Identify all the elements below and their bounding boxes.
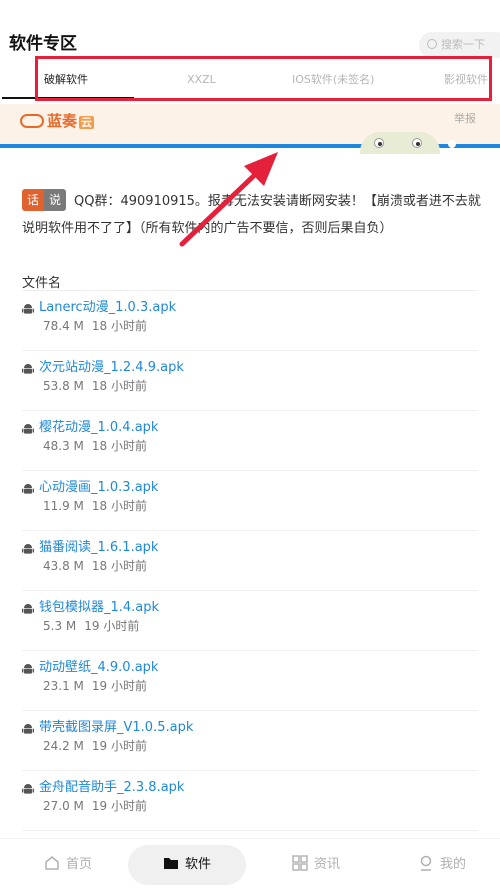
- bottom-nav: 首页 软件 资讯 我的: [0, 838, 500, 889]
- file-size: 43.8 M: [43, 559, 84, 573]
- brand-badge: 云: [79, 116, 95, 129]
- file-name-link[interactable]: 次元站动漫_1.2.4.9.apk: [25, 359, 184, 377]
- file-time: 19 小时前: [84, 619, 140, 633]
- nav-profile-label: 我的: [439, 857, 466, 872]
- home-icon: [45, 856, 59, 870]
- page-title: 软件专区: [9, 34, 77, 54]
- search-icon: [427, 39, 437, 49]
- nav-news-label: 资讯: [313, 857, 340, 872]
- mascot-illustration: [360, 132, 440, 154]
- nav-home-label: 首页: [65, 857, 92, 872]
- file-meta: 5.3 M 19 小时前: [43, 618, 139, 634]
- grid-icon: [292, 855, 308, 871]
- file-row[interactable]: 带壳截图录屏_V1.0.5.apk 24.2 M 19 小时前: [22, 711, 478, 771]
- file-size: 24.2 M: [43, 739, 84, 753]
- notice-tag-left: 话: [22, 189, 45, 211]
- file-size: 5.3 M: [43, 619, 77, 633]
- file-row[interactable]: Lanerc动漫_1.0.3.apk 78.4 M 18 小时前: [22, 291, 478, 351]
- file-row[interactable]: 猫番阅读_1.6.1.apk 43.8 M 18 小时前: [22, 531, 478, 591]
- tab-ios-software[interactable]: IOS软件(未签名): [292, 60, 374, 100]
- file-meta: 11.9 M 18 小时前: [43, 498, 147, 514]
- file-name-link[interactable]: 心动漫画_1.0.3.apk: [25, 479, 158, 497]
- active-tab-indicator: [2, 97, 134, 99]
- nav-home[interactable]: 首页: [38, 845, 98, 885]
- file-time: 18 小时前: [91, 439, 147, 453]
- file-size: 53.8 M: [43, 379, 84, 393]
- file-meta: 43.8 M 18 小时前: [43, 558, 147, 574]
- notice-body: QQ群：490910915。报毒无法安装请断网安装！【崩溃或者进不去就说明软件用…: [22, 194, 481, 236]
- nav-profile[interactable]: 我的: [412, 845, 472, 885]
- app-header: 软件专区 搜索一下: [0, 0, 500, 60]
- file-size: 23.1 M: [43, 679, 84, 693]
- user-icon: [420, 855, 432, 871]
- mascot-eye-right: [412, 138, 422, 148]
- file-time: 19 小时前: [91, 679, 147, 693]
- nav-software-label: 软件: [184, 857, 211, 872]
- tab-xxzl[interactable]: XXZL: [187, 60, 216, 100]
- file-name-link[interactable]: 金舟配音助手_2.3.8.apk: [25, 779, 184, 797]
- file-meta: 23.1 M 19 小时前: [43, 678, 147, 694]
- nav-software[interactable]: 软件: [128, 845, 246, 885]
- file-size: 11.9 M: [43, 499, 84, 513]
- mascot-eye-left: [374, 138, 384, 148]
- file-meta: 78.4 M 18 小时前: [43, 318, 147, 334]
- file-name-link[interactable]: 带壳截图录屏_V1.0.5.apk: [25, 719, 193, 737]
- file-name-link[interactable]: 樱花动漫_1.0.4.apk: [25, 419, 158, 437]
- cloud-icon: [20, 114, 44, 128]
- folder-icon: [163, 858, 178, 869]
- tab-cracked-software[interactable]: 破解软件: [44, 60, 88, 100]
- file-row[interactable]: 次元站动漫_1.2.4.9.apk 53.8 M 18 小时前: [22, 351, 478, 411]
- file-name-link[interactable]: 动动壁纸_4.9.0.apk: [25, 659, 158, 677]
- file-time: 18 小时前: [91, 499, 147, 513]
- brand-text: 蓝奏: [47, 112, 78, 130]
- file-name-link[interactable]: 钱包模拟器_1.4.apk: [25, 599, 159, 617]
- file-meta: 48.3 M 18 小时前: [43, 438, 147, 454]
- file-row[interactable]: 樱花动漫_1.0.4.apk 48.3 M 18 小时前: [22, 411, 478, 471]
- report-link[interactable]: 举报: [454, 110, 476, 126]
- file-time: 18 小时前: [91, 379, 147, 393]
- notice-text: 话说 QQ群：490910915。报毒无法安装请断网安装！【崩溃或者进不去就说明软…: [22, 188, 482, 242]
- file-list: Lanerc动漫_1.0.3.apk 78.4 M 18 小时前 次元站动漫_1.2.…: [0, 291, 500, 831]
- nav-news[interactable]: 资讯: [286, 845, 346, 885]
- file-time: 18 小时前: [91, 559, 147, 573]
- file-size: 27.0 M: [43, 799, 84, 813]
- category-tabs: 破解软件 XXZL IOS软件(未签名) 影视软件: [0, 60, 500, 100]
- tab-video-software[interactable]: 影视软件: [444, 60, 488, 100]
- file-list-header: 文件名: [22, 276, 62, 291]
- file-row[interactable]: 金舟配音助手_2.3.8.apk 27.0 M 19 小时前: [22, 771, 478, 831]
- file-meta: 24.2 M 19 小时前: [43, 738, 147, 754]
- lanzou-logo: 蓝奏云: [20, 110, 95, 134]
- banner-dot: [448, 140, 456, 148]
- file-meta: 27.0 M 19 小时前: [43, 798, 147, 814]
- search-placeholder: 搜索一下: [441, 38, 485, 51]
- file-row[interactable]: 动动壁纸_4.9.0.apk 23.1 M 19 小时前: [22, 651, 478, 711]
- file-size: 48.3 M: [43, 439, 84, 453]
- file-name-link[interactable]: Lanerc动漫_1.0.3.apk: [25, 299, 176, 317]
- file-row[interactable]: 心动漫画_1.0.3.apk 11.9 M 18 小时前: [22, 471, 478, 531]
- file-row[interactable]: 钱包模拟器_1.4.apk 5.3 M 19 小时前: [22, 591, 478, 651]
- file-name-link[interactable]: 猫番阅读_1.6.1.apk: [25, 539, 158, 557]
- file-size: 78.4 M: [43, 319, 84, 333]
- file-time: 18 小时前: [91, 319, 147, 333]
- search-input[interactable]: 搜索一下: [419, 32, 500, 58]
- file-time: 19 小时前: [91, 739, 147, 753]
- file-time: 19 小时前: [91, 799, 147, 813]
- file-meta: 53.8 M 18 小时前: [43, 378, 147, 394]
- notice-tag-right: 说: [44, 189, 67, 211]
